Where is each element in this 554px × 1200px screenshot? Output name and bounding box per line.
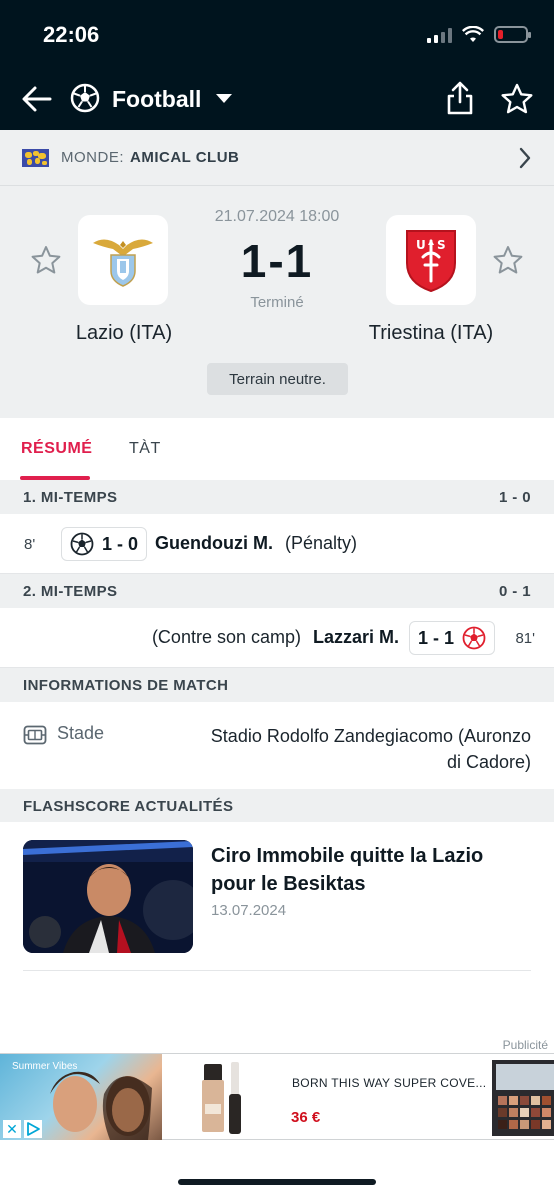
sport-dropdown-caret-icon[interactable]	[216, 94, 232, 103]
stadium-label: Stade	[57, 723, 105, 743]
tab-summary[interactable]: RÉSUMÉ	[21, 440, 92, 458]
ad-label: Publicité	[502, 1038, 548, 1052]
home-team-name[interactable]: Lazio (ITA)	[39, 322, 209, 345]
stadium-value: Stadio Rodolfo Zandegiacomo (Auronzo di …	[171, 723, 531, 775]
stadium-icon	[23, 725, 47, 745]
world-flag-icon	[22, 148, 49, 167]
event-minute: 8'	[24, 536, 36, 553]
ad-price: 36 €	[291, 1109, 321, 1126]
ad-banner[interactable]: Summer Vibes ✕ BORN THIS WAY SUPER COVE.…	[0, 1053, 554, 1140]
league-row[interactable]: MONDE: AMICAL CLUB	[0, 130, 554, 186]
period-score: 0 - 1	[498, 582, 531, 600]
news-photo	[23, 840, 193, 953]
svg-text:U: U	[416, 238, 426, 252]
news-title[interactable]: Ciro Immobile quitte la Lazio pour le Be…	[211, 842, 531, 898]
league-name: AMICAL CLUB	[130, 149, 240, 166]
divider	[23, 970, 531, 971]
tab-h2h[interactable]: TÀT	[129, 440, 161, 458]
ad-image[interactable]: Summer Vibes ✕	[0, 1054, 162, 1140]
cellular-signal-icon	[427, 27, 452, 43]
event-score-pill: 1 - 1	[409, 621, 496, 655]
own-goal-ball-icon	[462, 626, 486, 650]
match-header: Lazio (ITA) 21.07.2024 18:00 1-1 Terminé…	[0, 186, 554, 418]
app-header: 22:06 Football	[0, 0, 554, 130]
away-team-name[interactable]: Triestina (ITA)	[346, 322, 516, 345]
goal-event-row[interactable]: (Contre son camp) Lazzari M. 1 - 1 81'	[0, 608, 554, 668]
first-half-header: 1. MI-TEMPS 1 - 0	[0, 480, 554, 514]
battery-icon	[494, 26, 531, 43]
ad-choices-icon[interactable]	[24, 1120, 42, 1138]
event-score: 1 - 0	[102, 533, 139, 554]
news-item[interactable]: Ciro Immobile quitte la Lazio pour le Be…	[0, 822, 554, 972]
ad-product-title[interactable]: BORN THIS WAY SUPER COVE...	[292, 1076, 486, 1090]
svg-text:S: S	[437, 238, 446, 252]
event-score-pill: 1 - 0	[61, 527, 148, 561]
triestina-crest-icon: U S	[406, 230, 456, 293]
second-half-header: 2. MI-TEMPS 0 - 1	[0, 574, 554, 608]
section-title: INFORMATIONS DE MATCH	[23, 676, 229, 694]
stadium-value-line: Stadio Rodolfo Zandegiacomo (Auronzo	[210, 726, 531, 746]
goal-ball-icon	[70, 532, 94, 556]
event-score: 1 - 1	[418, 627, 455, 648]
goal-detail: (Contre son camp)	[151, 627, 301, 647]
goal-event-row[interactable]: 8' 1 - 0 Guendouzi M. (Pénalty)	[0, 514, 554, 574]
stadium-value-line: di Cadore)	[446, 752, 531, 772]
news-thumbnail[interactable]	[23, 840, 193, 953]
football-icon	[70, 83, 100, 113]
section-title: FLASHSCORE ACTUALITÉS	[23, 797, 234, 815]
status-time: 22:06	[43, 22, 100, 47]
scorer-name[interactable]: Guendouzi M.	[155, 533, 273, 554]
wifi-icon	[462, 26, 484, 42]
news-date: 13.07.2024	[211, 902, 287, 919]
ad-palette-image[interactable]	[492, 1060, 554, 1136]
ad-product-image[interactable]	[198, 1060, 250, 1136]
period-label: 2. MI-TEMPS	[23, 582, 118, 600]
ad-tagline: Summer Vibes	[12, 1061, 78, 1072]
stadium-row: Stade Stadio Rodolfo Zandegiacomo (Auron…	[0, 703, 554, 789]
ad-close-icon[interactable]: ✕	[3, 1120, 21, 1138]
news-header: FLASHSCORE ACTUALITÉS	[0, 789, 554, 823]
goal-detail: (Pénalty)	[285, 533, 358, 553]
match-info-header: INFORMATIONS DE MATCH	[0, 668, 554, 702]
neutral-venue-badge: Terrain neutre.	[207, 363, 348, 395]
away-team-logo[interactable]: U S	[386, 215, 476, 305]
league-country: MONDE:	[61, 149, 124, 166]
sport-title[interactable]: Football	[112, 86, 201, 113]
scorer-name[interactable]: Lazzari M.	[313, 627, 399, 648]
favorite-star-icon[interactable]	[500, 82, 534, 116]
event-minute: 81'	[515, 630, 535, 647]
share-icon[interactable]	[444, 80, 476, 116]
status-icons	[427, 26, 531, 43]
palette-swatches	[496, 1064, 554, 1129]
home-indicator	[178, 1179, 376, 1185]
away-team-star-icon[interactable]	[492, 244, 524, 276]
chevron-right-icon	[519, 147, 531, 169]
nav-bar: Football	[0, 74, 554, 124]
back-arrow-icon[interactable]	[20, 82, 54, 116]
period-label: 1. MI-TEMPS	[23, 488, 118, 506]
tab-bar: RÉSUMÉ TÀT	[0, 418, 554, 480]
period-score: 1 - 0	[498, 488, 531, 506]
